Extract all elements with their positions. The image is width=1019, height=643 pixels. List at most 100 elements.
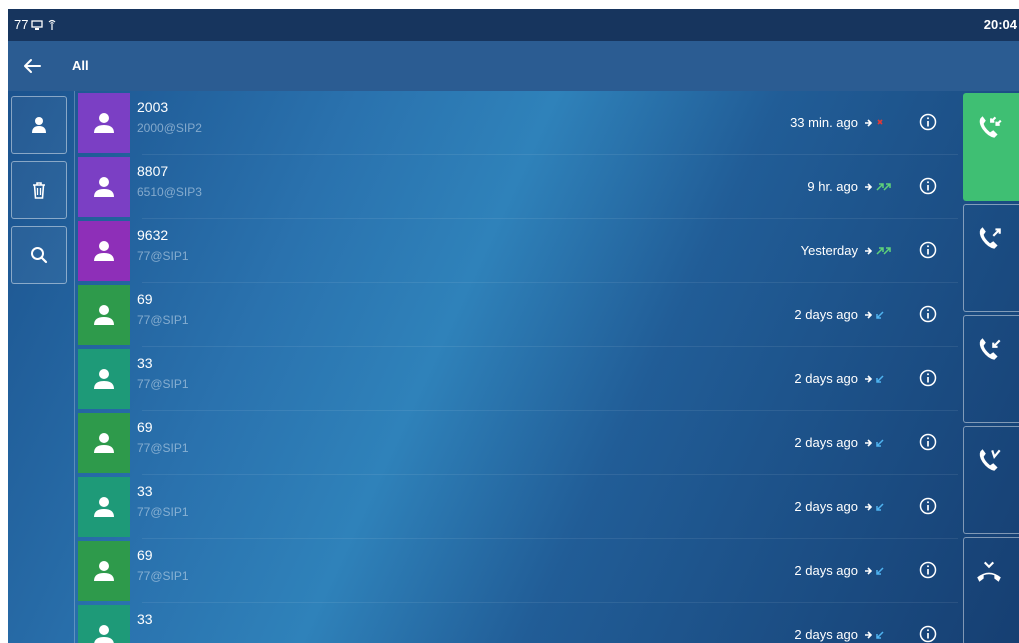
contact-account: 77@SIP1 <box>137 377 189 391</box>
placed-calls-icon <box>979 227 1001 249</box>
call-type-icon <box>865 183 891 191</box>
contact-account: 77@SIP1 <box>137 505 189 519</box>
info-icon[interactable] <box>918 240 938 260</box>
missed-calls-button[interactable] <box>963 426 1019 534</box>
call-log-list: 2003 2000@SIP2 33 min. ago 8807 6510@SIP3 9 h… <box>78 91 958 643</box>
contact-account: 2000@SIP2 <box>137 121 202 135</box>
received-calls-button[interactable] <box>963 315 1019 423</box>
search-button[interactable] <box>11 226 67 284</box>
avatar <box>78 477 130 537</box>
call-time: 2 days ago <box>794 627 858 642</box>
avatar <box>78 349 130 409</box>
contact-account: 77@SIP1 <box>137 569 189 583</box>
contact-name: 9632 <box>137 227 169 243</box>
network-icon <box>31 19 44 30</box>
title-bar: All <box>8 41 1019 91</box>
call-filter-panel <box>963 91 1019 643</box>
call-type-icon <box>865 439 884 447</box>
call-type-icon <box>865 631 884 639</box>
info-icon[interactable] <box>918 624 938 643</box>
person-icon <box>94 369 114 389</box>
left-action-rail <box>8 91 73 643</box>
call-time: 2 days ago <box>794 307 858 322</box>
contact-name: 69 <box>137 419 153 435</box>
delete-button[interactable] <box>11 161 67 219</box>
placed-calls-button[interactable] <box>963 204 1019 312</box>
call-time: 2 days ago <box>794 563 858 578</box>
call-log-row[interactable]: 69 77@SIP1 2 days ago <box>78 283 958 347</box>
extension-number: 77 <box>14 17 29 32</box>
contact-name: 69 <box>137 547 153 563</box>
received-calls-icon <box>979 338 1001 360</box>
call-log-row[interactable]: 8807 6510@SIP3 9 hr. ago <box>78 155 958 219</box>
all-calls-button[interactable] <box>963 93 1019 201</box>
call-log-row[interactable]: 9632 77@SIP1 Yesterday <box>78 219 958 283</box>
avatar <box>78 157 130 217</box>
contact-button[interactable] <box>11 96 67 154</box>
call-type-icon <box>865 567 884 575</box>
call-log-row[interactable]: 69 77@SIP1 2 days ago <box>78 539 958 603</box>
info-icon[interactable] <box>918 496 938 516</box>
contact-name: 33 <box>137 355 153 371</box>
avatar <box>78 285 130 345</box>
call-time: 33 min. ago <box>790 115 858 130</box>
contact-name: 8807 <box>137 163 169 179</box>
back-arrow-icon[interactable] <box>18 55 46 77</box>
status-bar: 77 20:04 <box>8 9 1019 41</box>
contact-account: 77@SIP1 <box>137 441 189 455</box>
all-calls-icon <box>979 116 1002 138</box>
contact-account: 77@SIP1 <box>137 313 189 327</box>
call-log-row[interactable]: 33 2 days ago <box>78 603 958 643</box>
page-title: All <box>72 58 89 73</box>
contact-name: 2003 <box>137 99 169 115</box>
call-log-row[interactable]: 33 77@SIP1 2 days ago <box>78 347 958 411</box>
info-icon[interactable] <box>918 176 938 196</box>
person-icon <box>94 497 114 517</box>
person-icon <box>94 305 114 325</box>
call-type-icon <box>865 503 884 511</box>
forwarded-calls-icon <box>977 561 1001 582</box>
call-log-row[interactable]: 2003 2000@SIP2 33 min. ago <box>78 91 958 155</box>
call-type-icon <box>865 375 884 383</box>
avatar <box>78 605 130 643</box>
avatar <box>78 541 130 601</box>
forwarded-calls-button[interactable] <box>963 537 1019 643</box>
contact-name: 69 <box>137 291 153 307</box>
call-type-icon <box>865 119 883 127</box>
person-icon <box>94 625 114 643</box>
person-icon <box>94 113 114 133</box>
call-time: 9 hr. ago <box>807 179 858 194</box>
call-type-icon <box>865 247 891 255</box>
contact-name: 33 <box>137 483 153 499</box>
avatar <box>78 221 130 281</box>
call-type-icon <box>865 311 884 319</box>
info-icon[interactable] <box>918 432 938 452</box>
person-icon <box>94 177 114 197</box>
rail-divider <box>74 91 75 643</box>
contact-account: 6510@SIP3 <box>137 185 202 199</box>
contact-name: 33 <box>137 611 153 627</box>
clock: 20:04 <box>983 17 1017 32</box>
info-icon[interactable] <box>918 304 938 324</box>
search-icon <box>31 247 48 264</box>
person-icon <box>94 561 114 581</box>
call-time: 2 days ago <box>794 499 858 514</box>
call-time: 2 days ago <box>794 371 858 386</box>
avatar <box>78 413 130 473</box>
contact-account: 77@SIP1 <box>137 249 189 263</box>
call-time: 2 days ago <box>794 435 858 450</box>
call-log-row[interactable]: 33 77@SIP1 2 days ago <box>78 475 958 539</box>
contact-icon <box>32 117 46 133</box>
person-icon <box>94 433 114 453</box>
avatar <box>78 93 130 153</box>
info-icon[interactable] <box>918 112 938 132</box>
person-icon <box>94 241 114 261</box>
info-icon[interactable] <box>918 368 938 388</box>
antenna-icon <box>49 19 56 30</box>
info-icon[interactable] <box>918 560 938 580</box>
missed-calls-icon <box>979 449 1001 471</box>
trash-icon <box>33 182 45 199</box>
call-time: Yesterday <box>800 243 858 258</box>
call-log-row[interactable]: 69 77@SIP1 2 days ago <box>78 411 958 475</box>
status-left: 77 <box>14 17 58 32</box>
